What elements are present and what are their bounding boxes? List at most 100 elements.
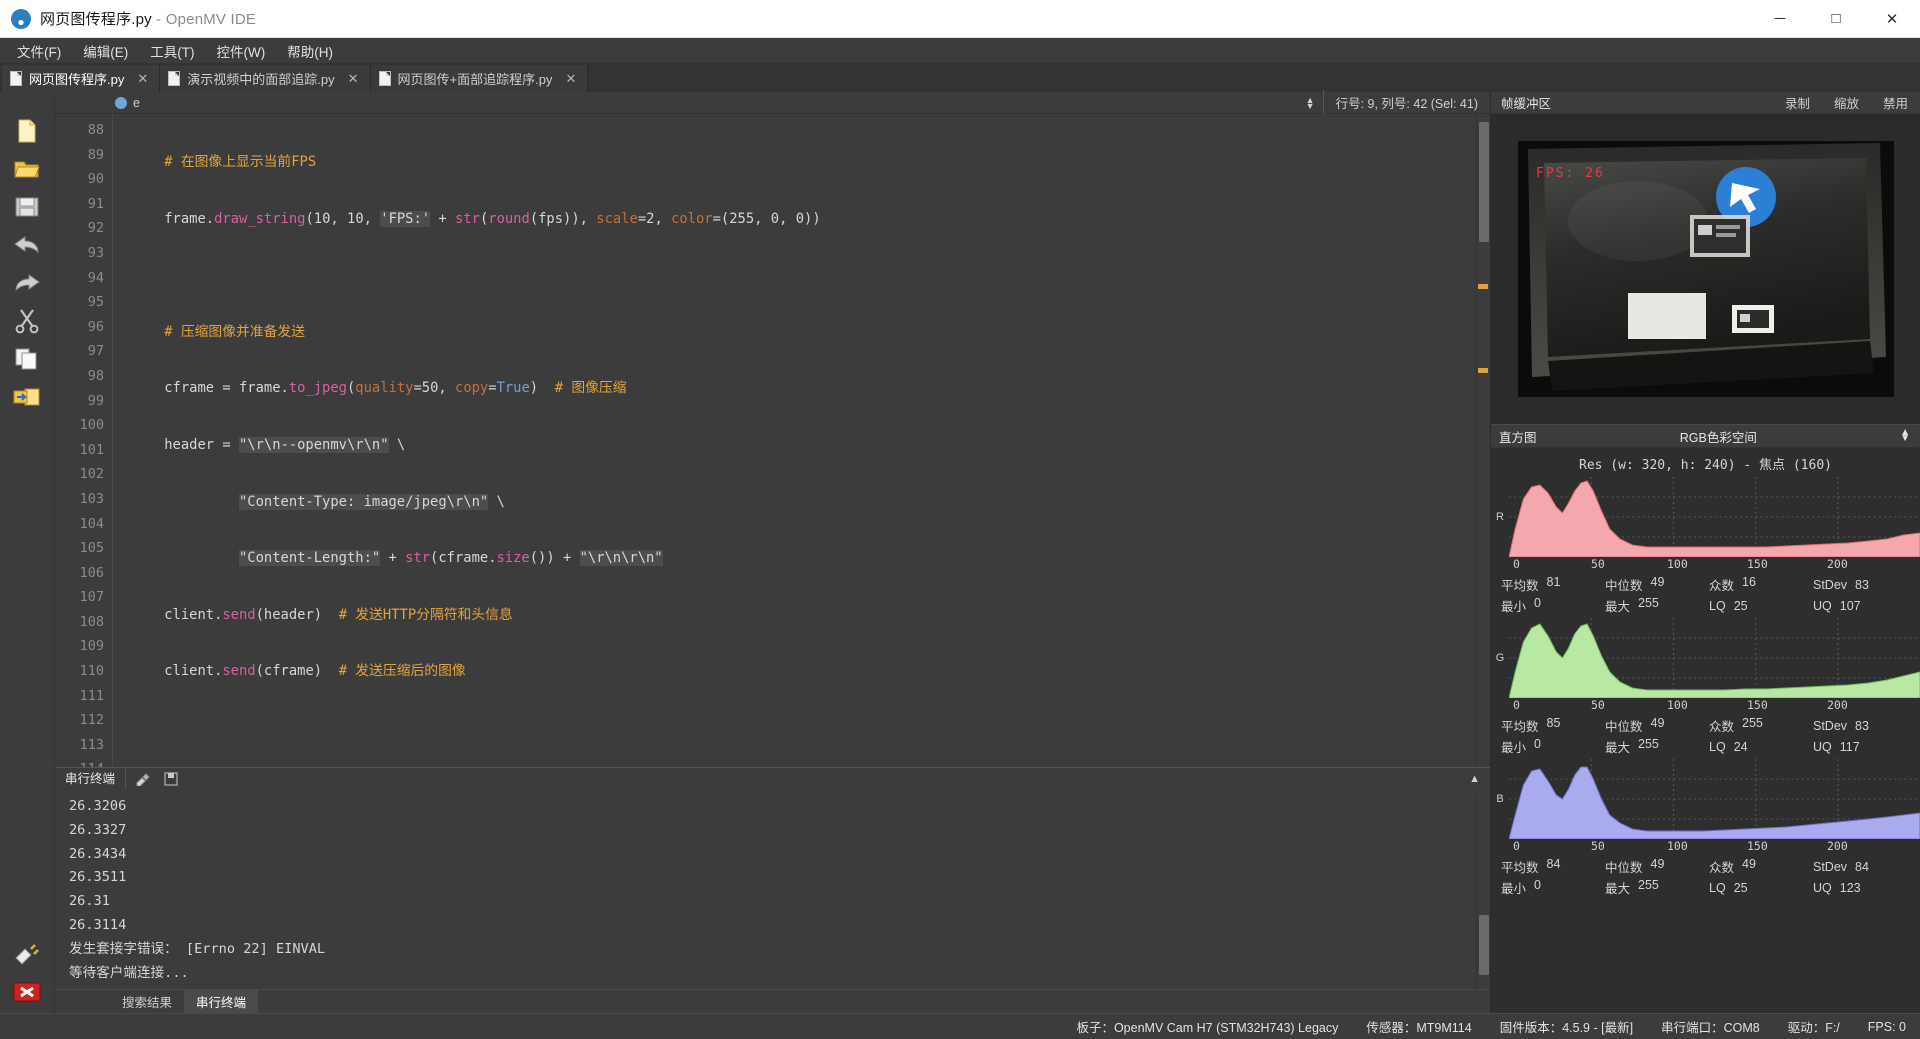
stat-label-stdev: StDev [1813,577,1848,592]
scrollbar-thumb[interactable] [1479,122,1489,242]
save-icon[interactable] [10,190,44,224]
tool-rail [0,92,55,1013]
spinner-icon[interactable]: ▲ ▼ [1306,95,1323,110]
zoom-button[interactable]: 缩放 [1822,93,1871,112]
stat-value-stdev: 83 [1855,718,1869,733]
tab-2[interactable]: 网页图传+面部追踪程序.py ✕ [370,65,589,92]
code-content[interactable]: # 在图像上显示当前FPS frame.draw_string(10, 10, … [113,114,1476,767]
stat-value-mean: 85 [1546,716,1561,730]
terminal-line: 26.3434 [69,845,127,862]
axis-tick: 200 [1827,557,1848,571]
copy-icon[interactable] [10,342,44,376]
stat-label-uq: UQ [1813,739,1832,754]
editor-vertical-scrollbar[interactable] [1476,114,1490,767]
stat-value-max: 255 [1638,596,1659,610]
menu-widgets[interactable]: 控件(W) [206,38,277,64]
terminal-title: 串行终端 [55,767,127,790]
right-panel: 帧缓冲区 录制 缩放 禁用 FPS: 26 直方图 RGB色彩空间 ▲ ▼ Re… [1490,92,1920,1013]
redo-icon[interactable] [10,266,44,300]
stat-label-stdev: StDev [1813,859,1848,874]
colorspace-select[interactable]: RGB色彩空间 [1680,427,1757,446]
save-terminal-icon[interactable] [160,770,182,788]
stat-label-lq: LQ [1709,880,1726,895]
stat-label-max: 最大 [1605,600,1631,614]
line-number: 92 [87,220,104,237]
editor-symbol-breadcrumb[interactable]: e [55,96,140,110]
stat-label-mode: 众数 [1709,720,1735,734]
menu-edit[interactable]: 编辑(E) [72,38,139,64]
channel-label-g: G [1495,652,1505,664]
paste-icon[interactable] [10,380,44,414]
collapse-terminal-icon[interactable]: ▲ [1469,773,1490,785]
terminal-line: 26.3327 [69,821,127,838]
status-drive: 驱动：F:/ [1787,1021,1840,1035]
axis-tick: 50 [1591,839,1605,853]
tab-0[interactable]: 网页图传程序.py ✕ [2,65,161,92]
code-line: frame.draw_string(10, 10, 'FPS:' + str(r… [131,210,821,227]
tab-label: 演示视频中的面部追踪.py [187,72,335,87]
stat-value-lq: 25 [1733,880,1748,895]
scrollbar-thumb[interactable] [1479,915,1489,975]
stat-label-max: 最大 [1605,741,1631,755]
openmv-logo-icon [10,8,32,30]
axis-tick: 200 [1827,698,1848,712]
editor-area[interactable]: 88 89 90 91 92 93 94 95 96 97 98 99 100 … [55,114,1490,767]
disable-button[interactable]: 禁用 [1871,93,1920,112]
main-body: e ▲ ▼ 行号: 9, 列号: 42 (Sel: 41) 88 89 90 91… [0,90,1920,1014]
stat-value-uq: 123 [1839,880,1861,895]
axis-tick: 50 [1591,698,1605,712]
line-number: 106 [79,564,104,581]
bottom-tab-serial-terminal[interactable]: 串行终端 [184,989,259,1014]
window-title-app: - OpenMV IDE [151,11,257,28]
code-line: # 压缩图像并准备发送 [131,323,306,340]
terminal-output[interactable]: 26.3206 26.3327 26.3434 26.3511 26.31 26… [55,789,1490,989]
stat-label-mode: 众数 [1709,861,1735,875]
record-button[interactable]: 录制 [1773,93,1822,112]
stat-value-lq: 24 [1733,739,1748,754]
line-number: 102 [79,466,104,483]
frame-buffer-view[interactable]: FPS: 26 [1491,114,1920,424]
undo-icon[interactable] [10,228,44,262]
axis-tick: 100 [1667,557,1688,571]
line-number: 109 [79,638,104,655]
resolution-info: Res (w: 320, h: 240) - 焦点 (160) [1579,458,1832,473]
frame-buffer-header: 帧缓冲区 录制 缩放 禁用 [1491,92,1920,114]
terminal-vertical-scrollbar[interactable] [1476,795,1490,989]
maximize-button[interactable]: □ [1808,0,1864,38]
colorspace-chevron-icon[interactable]: ▲ ▼ [1900,428,1920,444]
stat-label-uq: UQ [1813,598,1832,613]
line-number: 97 [87,343,104,360]
close-button[interactable]: ✕ [1864,0,1920,38]
axis-tick: 0 [1513,698,1520,712]
terminal-line: 等待客户端连接... [69,964,189,981]
stop-icon[interactable] [10,975,44,1009]
bottom-tab-search-results[interactable]: 搜索结果 [110,989,184,1014]
status-firmware: 固件版本：4.5.9 - [最新] [1499,1021,1634,1035]
status-fps: FPS: 0 [1867,1019,1906,1034]
file-icon [378,71,391,86]
tab-1[interactable]: 演示视频中的面部追踪.py ✕ [160,65,371,92]
symbol-badge-icon [115,96,127,109]
tab-close-icon[interactable]: ✕ [135,71,150,87]
stat-label-stdev: StDev [1813,718,1848,733]
stat-value-uq: 117 [1839,739,1860,754]
svg-text:FPS: 26: FPS: 26 [1536,166,1605,181]
bottom-tab-bar: 搜索结果 串行终端 [55,989,1490,1014]
stat-value-min: 0 [1534,596,1541,610]
menu-file[interactable]: 文件(F) [6,38,72,64]
menu-tools[interactable]: 工具(T) [139,38,205,64]
camera-frame-image: FPS: 26 [1517,141,1894,397]
minimize-button[interactable]: ─ [1752,0,1808,38]
editor-tab-bar: 网页图传程序.py ✕ 演示视频中的面部追踪.py ✕ 网页图传+面部追踪程序.… [0,64,1920,92]
open-folder-icon[interactable] [10,152,44,186]
connect-icon[interactable] [10,937,44,971]
tab-close-icon[interactable]: ✕ [346,71,361,87]
tab-close-icon[interactable]: ✕ [563,71,578,87]
stat-label-min: 最小 [1501,882,1527,896]
new-file-icon[interactable] [10,114,44,148]
menu-help[interactable]: 帮助(H) [276,38,344,64]
clear-terminal-icon[interactable] [132,770,154,788]
cut-icon[interactable] [10,304,44,338]
